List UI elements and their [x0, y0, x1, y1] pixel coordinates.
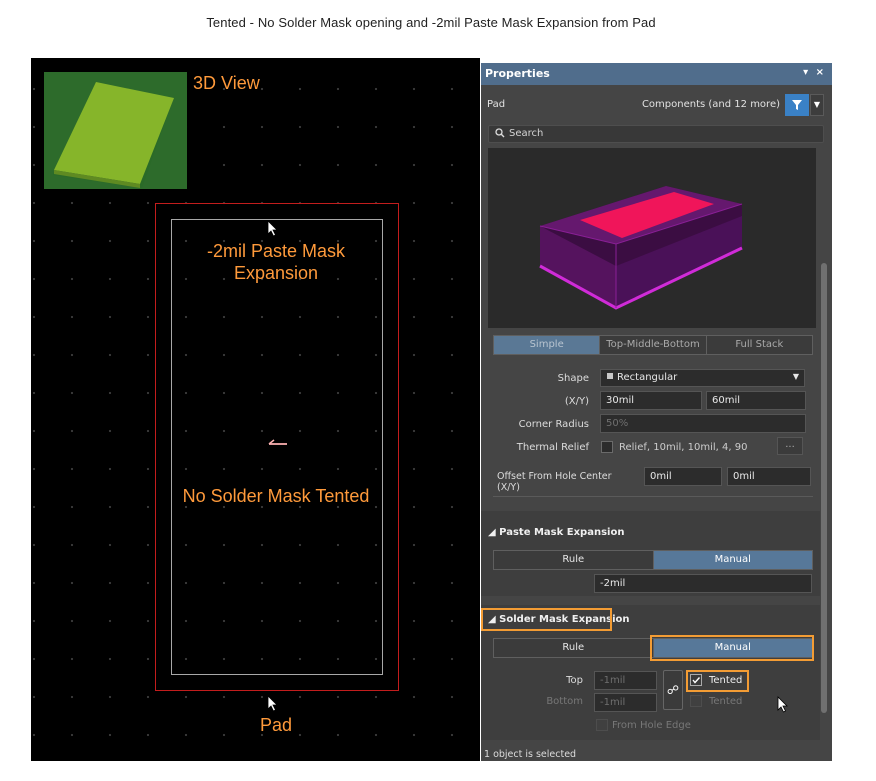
shape-label: Shape — [557, 373, 589, 384]
pad-3d-preview[interactable] — [488, 148, 816, 328]
object-kind-label: Pad — [487, 99, 506, 110]
shape-value: Rectangular — [617, 372, 678, 383]
search-icon — [495, 128, 505, 141]
pad-origin-marker-icon — [267, 438, 289, 448]
panel-scrollbar[interactable] — [821, 148, 827, 748]
3d-view-thumbnail — [44, 72, 187, 189]
size-x-field[interactable]: 30mil — [600, 391, 702, 410]
pad-annotation: Pad — [259, 715, 293, 735]
paste-mode-toggle: Rule Manual — [493, 550, 813, 570]
paste-mask-title: Paste Mask Expansion — [499, 527, 625, 538]
solder-bottom-field[interactable]: -1mil — [594, 693, 657, 712]
chevron-down-icon: ▼ — [792, 372, 799, 381]
solder-top-label: Top — [566, 675, 583, 686]
pointer-cursor-icon — [267, 220, 278, 237]
paste-expansion-field[interactable]: -2mil — [594, 574, 812, 593]
shape-select[interactable]: Rectangular ▼ — [600, 369, 805, 387]
tab-full-stack[interactable]: Full Stack — [707, 336, 812, 354]
filter-icon — [792, 100, 802, 110]
tab-simple[interactable]: Simple — [494, 336, 601, 354]
pointer-cursor-icon — [267, 695, 278, 712]
paste-mask-annotation: -2mil Paste Mask Expansion — [206, 241, 346, 283]
solder-bottom-label: Bottom — [546, 696, 583, 707]
panel-title: Properties — [485, 67, 550, 80]
offset-y-field[interactable]: 0mil — [727, 467, 811, 486]
tented-top-checkbox[interactable] — [690, 674, 702, 686]
size-y-field[interactable]: 60mil — [706, 391, 806, 410]
chain-link-icon: ☍ — [666, 683, 680, 697]
tented-bottom-checkbox — [690, 695, 702, 707]
thermal-relief-label: Thermal Relief — [516, 442, 589, 453]
manual-button-highlight — [650, 635, 814, 661]
panel-scrollbar-thumb[interactable] — [821, 263, 827, 713]
tented-bottom-label: Tented — [709, 696, 743, 707]
paste-rule-button[interactable]: Rule — [494, 551, 654, 569]
filter-scope-label[interactable]: Components (and 12 more) — [642, 99, 780, 110]
no-solder-mask-annotation: No Solder Mask Tented — [182, 486, 370, 506]
size-xy-label: (X/Y) — [564, 396, 589, 407]
thermal-relief-checkbox[interactable] — [601, 441, 613, 453]
rectangle-shape-icon — [607, 373, 613, 379]
panel-menu-close-icon[interactable]: ▾ × — [803, 67, 826, 78]
pointer-cursor-icon — [777, 696, 788, 713]
thermal-relief-edit-button[interactable]: ... — [777, 437, 803, 455]
from-hole-edge-checkbox — [596, 719, 608, 731]
offset-label: Offset From Hole Center (X/Y) — [497, 471, 612, 493]
pcb-editor-canvas[interactable]: 3D View -2mil Paste Mask Expansion No So… — [31, 58, 480, 761]
collapse-triangle-icon: ◢ — [488, 527, 500, 538]
checkmark-icon — [692, 677, 701, 684]
panel-titlebar[interactable]: Properties ▾ × — [481, 63, 832, 85]
filter-dropdown-button[interactable]: ▼ — [810, 94, 824, 116]
thermal-relief-value: Relief, 10mil, 10mil, 4, 90 — [619, 442, 748, 453]
solder-rule-button[interactable]: Rule — [494, 639, 654, 657]
properties-panel: Properties ▾ × Pad Components (and 12 mo… — [481, 63, 832, 761]
3d-view-label: 3D View — [193, 73, 260, 93]
tab-top-middle-bottom[interactable]: Top-Middle-Bottom — [600, 336, 707, 354]
solder-mask-header-highlight — [481, 608, 612, 631]
link-values-button[interactable]: ☍ — [663, 670, 683, 710]
filter-button[interactable] — [785, 94, 809, 116]
corner-radius-label: Corner Radius — [518, 419, 589, 430]
paste-mask-header[interactable]: ◢ Paste Mask Expansion — [488, 527, 624, 538]
tented-top-label: Tented — [709, 675, 743, 686]
search-placeholder: Search — [509, 128, 544, 139]
offset-x-field[interactable]: 0mil — [644, 467, 722, 486]
figure-caption: Tented - No Solder Mask opening and -2mi… — [206, 15, 656, 30]
corner-radius-field: 50% — [600, 414, 806, 433]
stack-mode-tabs: Simple Top-Middle-Bottom Full Stack — [493, 335, 813, 355]
divider — [493, 496, 813, 497]
solder-top-field[interactable]: -1mil — [594, 671, 657, 690]
status-bar-text: 1 object is selected — [484, 749, 577, 760]
from-hole-edge-label: From Hole Edge — [612, 720, 691, 731]
paste-manual-button[interactable]: Manual — [653, 551, 812, 569]
search-input[interactable]: Search — [488, 125, 824, 143]
